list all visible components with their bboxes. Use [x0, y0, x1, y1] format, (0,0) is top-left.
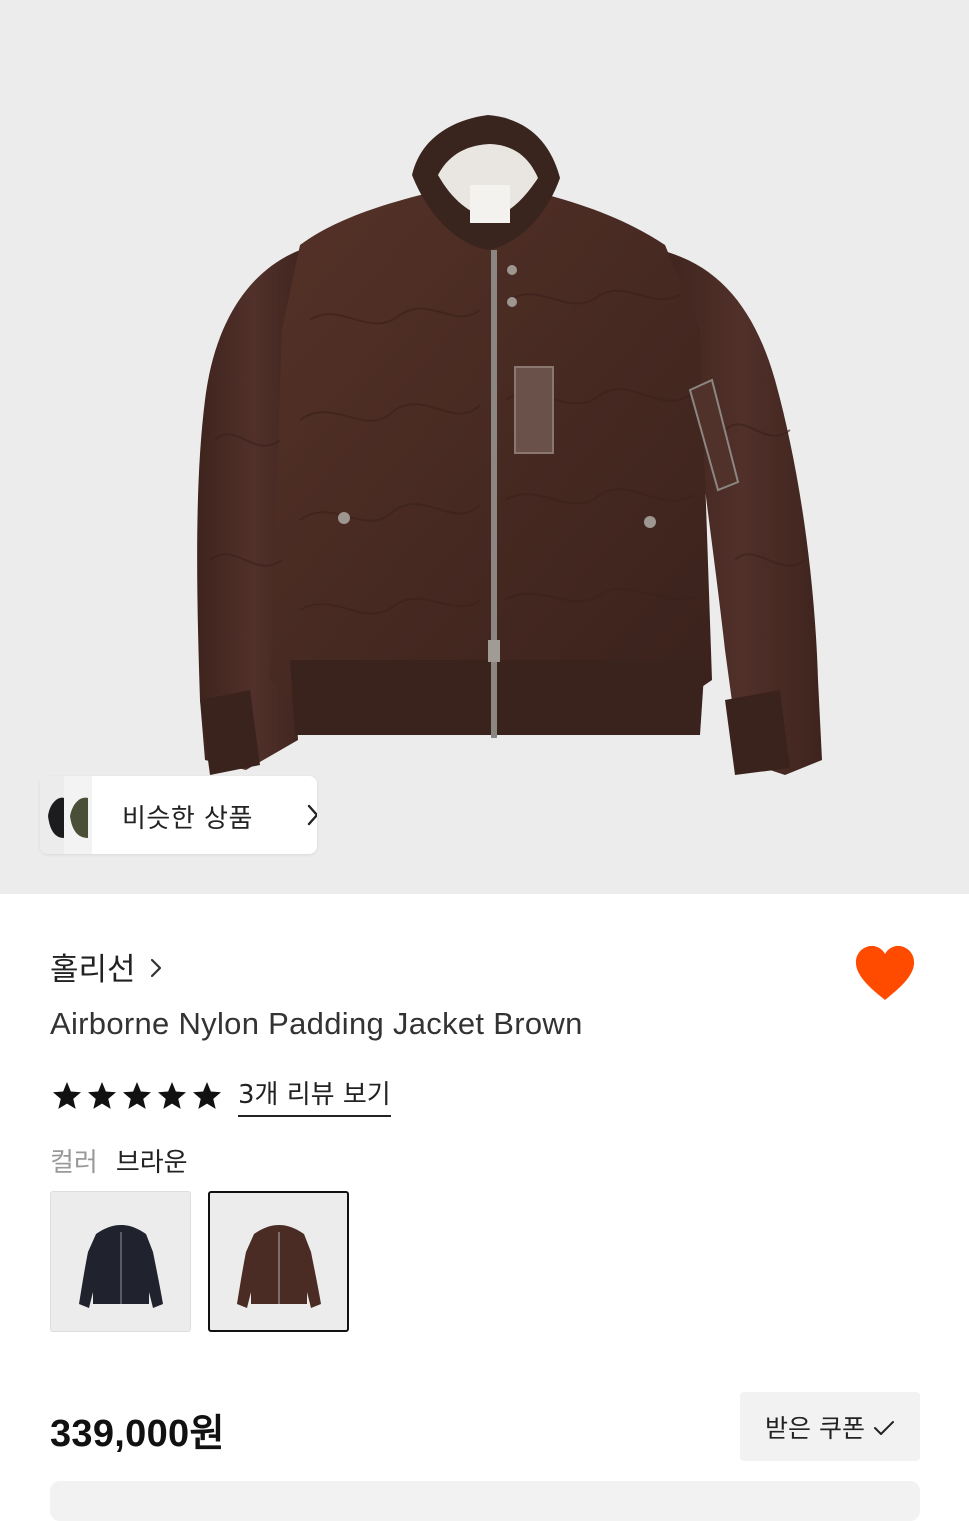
- heart-icon[interactable]: [853, 944, 917, 1002]
- brand-link[interactable]: 홀리선: [50, 944, 162, 989]
- similar-products-label: 비슷한 상품: [122, 804, 253, 834]
- star-icon: [88, 1081, 116, 1109]
- similar-products-button[interactable]: 비슷한 상품: [40, 776, 317, 854]
- product-title: Airborne Nylon Padding Jacket Brown: [50, 1006, 583, 1041]
- star-icon: [158, 1081, 186, 1109]
- color-label: 컬러: [50, 1148, 98, 1178]
- color-swatch-brown[interactable]: [208, 1191, 349, 1332]
- star-rating: [50, 1080, 224, 1112]
- star-icon: [193, 1081, 221, 1109]
- brown-jacket-thumbnail: [237, 1225, 321, 1308]
- star-icon: [53, 1081, 81, 1109]
- rating-row: 3개 리뷰 보기: [50, 1074, 391, 1117]
- similar-products-thumbnails: [40, 776, 92, 854]
- check-icon: [873, 1420, 894, 1435]
- color-selector-label-row: 컬러 브라운: [50, 1142, 188, 1179]
- chevron-right-icon: [307, 804, 317, 826]
- navy-jacket-thumbnail: [79, 1225, 163, 1308]
- brand-name: 홀리선: [50, 952, 136, 988]
- color-swatch-navy[interactable]: [50, 1191, 191, 1332]
- benefit-info-box: [50, 1481, 920, 1521]
- color-selected-value: 브라운: [115, 1148, 188, 1178]
- chevron-right-icon: [150, 958, 161, 977]
- product-main-image[interactable]: 비슷한 상품: [0, 0, 969, 894]
- star-icon: [123, 1081, 151, 1109]
- review-link[interactable]: 3개 리뷰 보기: [238, 1074, 391, 1117]
- jacket-illustration: [197, 115, 822, 775]
- coupon-label: 받은 쿠폰: [765, 1413, 865, 1443]
- received-coupon-button[interactable]: 받은 쿠폰: [740, 1392, 920, 1461]
- product-price: 339,000원: [50, 1413, 225, 1455]
